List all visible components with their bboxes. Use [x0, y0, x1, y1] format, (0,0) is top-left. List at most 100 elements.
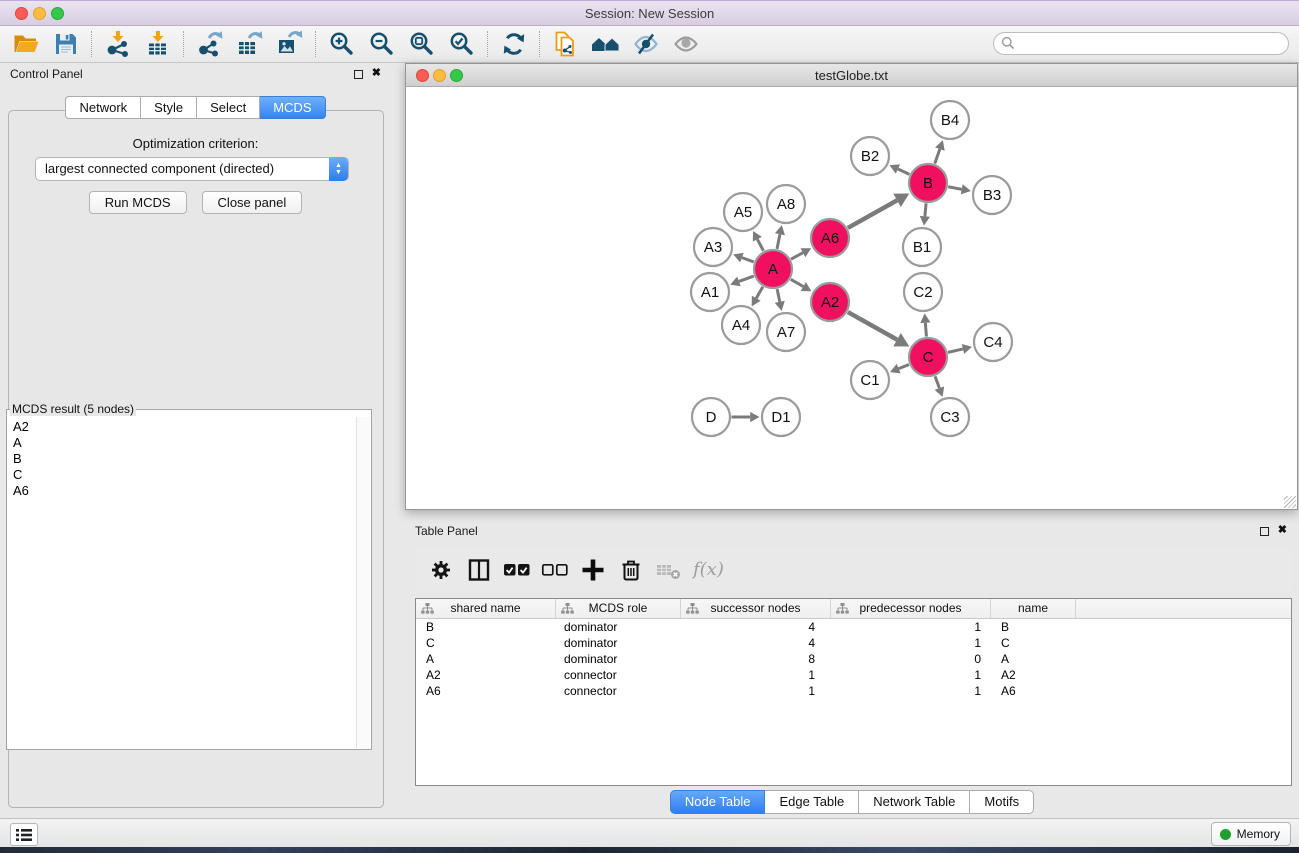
tab-motifs[interactable]: Motifs [970, 790, 1034, 814]
search-input[interactable] [993, 32, 1289, 55]
network-canvas[interactable]: B4B2BB3A8A5A6A3B1AA1C2A2A4A7C4CC1C3DD1 [406, 87, 1297, 509]
table-cell[interactable]: 1 [831, 683, 991, 699]
delete-column-icon[interactable] [615, 554, 647, 586]
table-cell[interactable]: connector [556, 683, 681, 699]
zoom-out-icon[interactable] [362, 28, 402, 60]
graph-node-A8[interactable]: A8 [767, 185, 805, 223]
run-mcds-button[interactable]: Run MCDS [89, 191, 187, 214]
open-session-icon[interactable] [6, 28, 46, 60]
table-row[interactable]: A6connector11A6 [416, 683, 1291, 699]
deselect-all-icon[interactable] [539, 554, 571, 586]
hide-selected-icon[interactable] [626, 28, 666, 60]
table-cell[interactable]: 1 [831, 619, 991, 635]
mcds-result-item[interactable]: A [8, 435, 370, 451]
table-cell[interactable] [1076, 635, 1291, 651]
graph-node-B3[interactable]: B3 [973, 176, 1011, 214]
table-cell[interactable]: A [416, 651, 556, 667]
table-cell[interactable]: 8 [681, 651, 831, 667]
copy-network-icon[interactable] [546, 28, 586, 60]
graph-node-C3[interactable]: C3 [931, 398, 969, 436]
table-cell[interactable]: A6 [991, 683, 1076, 699]
graph-node-B[interactable]: B [909, 164, 947, 202]
mcds-result-item[interactable]: C [8, 467, 370, 483]
table-cell[interactable]: dominator [556, 619, 681, 635]
task-history-button[interactable] [10, 823, 38, 846]
table-cell[interactable]: B [416, 619, 556, 635]
graph-node-D[interactable]: D [692, 398, 730, 436]
table-row[interactable]: Cdominator41C [416, 635, 1291, 651]
table-cell[interactable]: C [991, 635, 1076, 651]
graph-node-A5[interactable]: A5 [724, 193, 762, 231]
graph-node-A6[interactable]: A6 [811, 219, 849, 257]
close-panel-button[interactable]: Close panel [202, 191, 303, 214]
graph-node-A1[interactable]: A1 [691, 273, 729, 311]
table-cell[interactable]: 1 [831, 635, 991, 651]
resize-grip[interactable] [1284, 496, 1296, 508]
table-cell[interactable] [1076, 651, 1291, 667]
add-column-icon[interactable] [577, 554, 609, 586]
graph-node-C[interactable]: C [909, 338, 947, 376]
graph-node-B4[interactable]: B4 [931, 101, 969, 139]
export-network-icon[interactable] [190, 28, 230, 60]
function-builder-icon[interactable]: f(x) [693, 559, 724, 580]
table-settings-icon[interactable] [425, 554, 457, 586]
table-row[interactable]: Adominator80A [416, 651, 1291, 667]
graph-node-A7[interactable]: A7 [767, 313, 805, 351]
save-session-icon[interactable] [46, 28, 86, 60]
float-panel-icon[interactable] [354, 70, 363, 79]
table-cell[interactable] [1076, 683, 1291, 699]
column-header-name[interactable]: name [991, 599, 1076, 618]
table-row[interactable]: A2connector11A2 [416, 667, 1291, 683]
table-cell[interactable]: dominator [556, 651, 681, 667]
mcds-result-item[interactable]: A2 [8, 419, 370, 435]
export-table-icon[interactable] [230, 28, 270, 60]
table-row[interactable]: Bdominator41B [416, 619, 1291, 635]
column-visibility-icon[interactable] [463, 554, 495, 586]
table-cell[interactable]: 4 [681, 619, 831, 635]
table-cell[interactable]: 1 [831, 667, 991, 683]
tab-network[interactable]: Network [65, 96, 141, 119]
close-table-panel-icon[interactable]: ✖ [1278, 524, 1287, 536]
memory-button[interactable]: Memory [1211, 822, 1291, 846]
graph-node-A2[interactable]: A2 [811, 283, 849, 321]
table-cell[interactable]: 0 [831, 651, 991, 667]
graph-node-D1[interactable]: D1 [762, 398, 800, 436]
refresh-layout-icon[interactable] [494, 28, 534, 60]
tab-node-table[interactable]: Node Table [670, 790, 766, 814]
column-header-MCDS-role[interactable]: MCDS role [556, 599, 681, 618]
table-cell[interactable]: A2 [416, 667, 556, 683]
graph-node-C1[interactable]: C1 [851, 361, 889, 399]
table-cell[interactable]: A [991, 651, 1076, 667]
zoom-selected-icon[interactable] [442, 28, 482, 60]
table-cell[interactable]: A6 [416, 683, 556, 699]
table-cell[interactable]: 1 [681, 667, 831, 683]
first-neighbors-icon[interactable] [586, 28, 626, 60]
graph-node-C4[interactable]: C4 [974, 323, 1012, 361]
column-header-successor-nodes[interactable]: successor nodes [681, 599, 831, 618]
optimization-criterion-dropdown[interactable]: largest connected component (directed) ▲… [35, 157, 349, 181]
graph-node-A3[interactable]: A3 [694, 228, 732, 266]
table-cell[interactable]: 1 [681, 683, 831, 699]
graph-node-C2[interactable]: C2 [904, 273, 942, 311]
column-header-shared-name[interactable]: shared name [416, 599, 556, 618]
import-network-icon[interactable] [98, 28, 138, 60]
table-cell[interactable]: dominator [556, 635, 681, 651]
float-table-panel-icon[interactable] [1260, 527, 1269, 536]
export-image-icon[interactable] [270, 28, 310, 60]
graph-node-B1[interactable]: B1 [903, 228, 941, 266]
result-list-scrollbar[interactable] [356, 417, 370, 748]
graph-node-B2[interactable]: B2 [851, 137, 889, 175]
graph-node-A4[interactable]: A4 [722, 306, 760, 344]
column-header-predecessor-nodes[interactable]: predecessor nodes [831, 599, 991, 618]
import-table-icon[interactable] [138, 28, 178, 60]
table-cell[interactable]: 4 [681, 635, 831, 651]
mcds-result-item[interactable]: A6 [8, 483, 370, 499]
table-cell[interactable]: C [416, 635, 556, 651]
mcds-result-item[interactable]: B [8, 451, 370, 467]
tab-mcds[interactable]: MCDS [260, 96, 325, 119]
table-cell[interactable]: A2 [991, 667, 1076, 683]
select-all-icon[interactable] [501, 554, 533, 586]
table-cell[interactable]: connector [556, 667, 681, 683]
show-all-icon[interactable] [666, 28, 706, 60]
tab-style[interactable]: Style [141, 96, 197, 119]
